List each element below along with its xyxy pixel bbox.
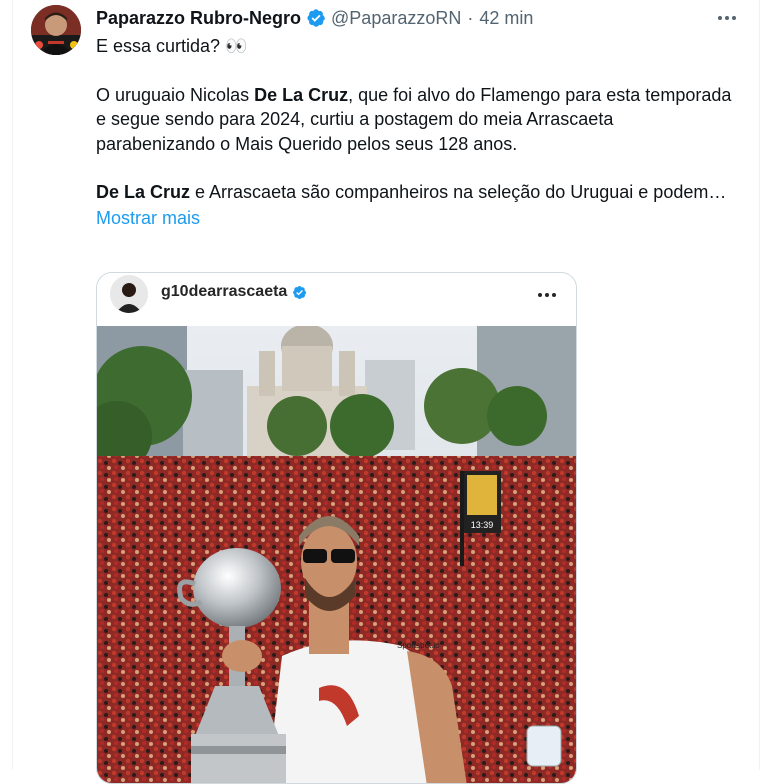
more-options-icon[interactable] xyxy=(712,6,742,30)
author-name[interactable]: Paparazzo Rubro-Negro xyxy=(96,8,301,29)
author-handle[interactable]: @PaparazzoRN xyxy=(331,8,461,29)
verified-badge-icon xyxy=(306,8,326,28)
tweet-paragraph-2: O uruguaio Nicolas De La Cruz, que foi a… xyxy=(96,84,732,154)
tweet-paragraph-3: De La Cruz e Arrascaeta são companheiros… xyxy=(96,182,727,202)
embed-more-icon[interactable] xyxy=(537,281,557,304)
tweet-text: E essa curtida? 👀 O uruguaio Nicolas De … xyxy=(96,34,736,230)
show-more-link[interactable]: Mostrar mais xyxy=(96,206,200,231)
celebration-photo[interactable]: 13:39 Sportsbet.io xyxy=(97,326,576,784)
author-avatar[interactable] xyxy=(31,5,81,55)
bold-name: De La Cruz xyxy=(254,84,349,105)
shirt-sponsor-text: Sportsbet.io xyxy=(397,641,440,650)
embed-avatar[interactable] xyxy=(110,275,148,313)
tweet-header: Paparazzo Rubro-Negro @PaparazzoRN · 42 … xyxy=(96,6,533,30)
bold-name: De La Cruz xyxy=(96,182,191,202)
embedded-instagram-card[interactable]: g10dearrascaeta 13:39 Sportsbet.io xyxy=(96,272,577,784)
separator-dot: · xyxy=(467,7,474,28)
tweet-line-1: E essa curtida? 👀 xyxy=(96,36,248,56)
instagram-verified-icon xyxy=(292,285,307,300)
embed-username-row: g10dearrascaeta xyxy=(161,283,307,301)
clock-sign-text: 13:39 xyxy=(471,520,494,530)
embed-header: g10dearrascaeta xyxy=(97,273,576,325)
embed-username[interactable]: g10dearrascaeta xyxy=(161,283,287,301)
timestamp[interactable]: 42 min xyxy=(479,8,533,29)
